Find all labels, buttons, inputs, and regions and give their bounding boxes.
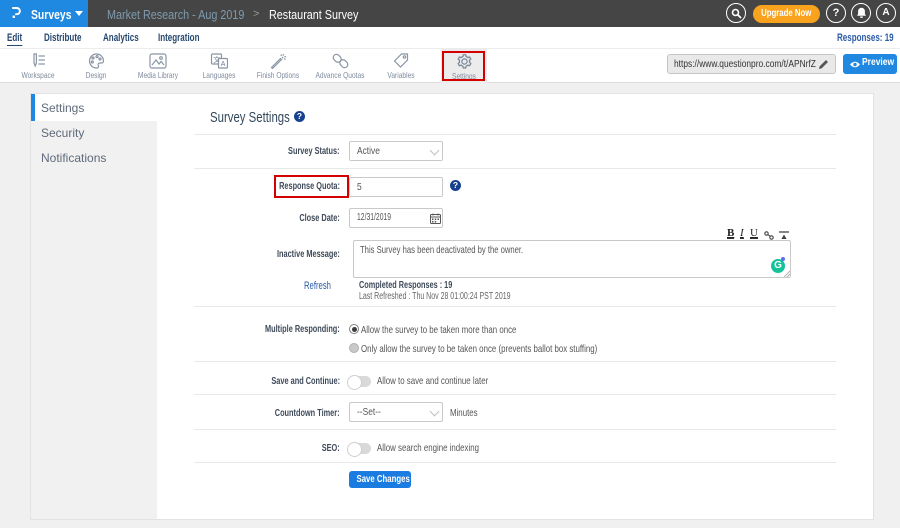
svg-text:A: A xyxy=(221,61,226,68)
